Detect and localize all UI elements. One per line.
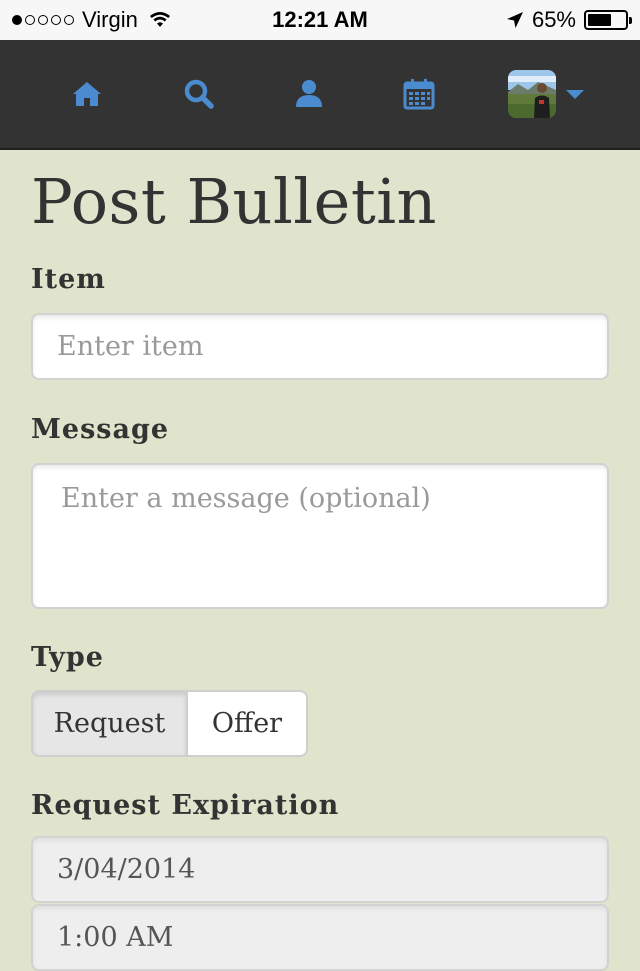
user-icon[interactable] (291, 76, 327, 112)
page-title: Post Bulletin (31, 165, 437, 238)
calendar-icon[interactable] (401, 76, 437, 112)
top-navbar (0, 40, 640, 150)
item-input[interactable] (31, 313, 609, 380)
expiration-time-field[interactable]: 1:00 AM (31, 904, 609, 971)
message-label: Message (31, 414, 170, 445)
location-arrow-icon (506, 12, 523, 28)
avatar[interactable] (508, 70, 556, 118)
status-bar: Virgin 12:21 AM 65% (0, 0, 640, 40)
account-menu[interactable] (508, 70, 584, 118)
home-icon[interactable] (69, 76, 105, 112)
type-segmented-control: Request Offer (31, 690, 308, 757)
type-label: Type (31, 642, 104, 673)
battery-percent: 65% (531, 7, 576, 32)
battery-nub (629, 17, 632, 24)
status-right: 65% (506, 7, 632, 33)
battery-icon (584, 10, 632, 30)
message-input[interactable] (31, 463, 609, 609)
search-icon[interactable] (181, 76, 217, 112)
request-expiration-label: Request Expiration (31, 790, 340, 821)
request-option-button[interactable]: Request (31, 690, 188, 757)
expiration-date-field[interactable]: 3/04/2014 (31, 836, 609, 903)
item-label: Item (31, 264, 106, 295)
battery-fill (588, 14, 611, 26)
post-bulletin-form: Post Bulletin Item Message Type Request … (31, 150, 609, 971)
chevron-down-icon[interactable] (566, 89, 584, 99)
offer-option-button[interactable]: Offer (188, 690, 308, 757)
